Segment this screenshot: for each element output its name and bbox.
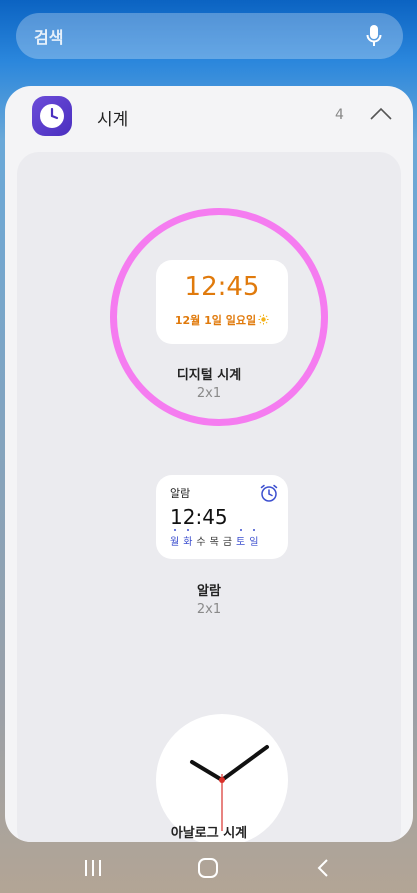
alarm-day: 월: [170, 529, 179, 548]
widget-count: 4: [335, 107, 344, 123]
home-icon[interactable]: [196, 857, 220, 879]
chevron-up-icon[interactable]: [369, 104, 393, 124]
alarm-day: 목: [209, 537, 219, 548]
alarm-widget-size: 2x1: [196, 602, 222, 617]
analog-clock-name: 아날로그 시계: [170, 826, 248, 841]
app-title: 시계: [97, 110, 129, 130]
recents-icon[interactable]: [81, 857, 105, 879]
alarm-day: 금: [222, 537, 233, 548]
digital-clock-widget-preview[interactable]: 12:45 12월 1일 일요일: [156, 260, 288, 344]
alarm-day: 일: [249, 529, 258, 548]
alarm-day: 수: [196, 537, 206, 548]
search-placeholder: 검색: [34, 28, 64, 47]
alarm-widget-label: 알람: [170, 487, 191, 500]
alarm-day: 토: [236, 529, 245, 548]
alarm-day: 화: [183, 529, 192, 548]
digital-clock-date-text: 12월 1일 일요일: [174, 314, 257, 327]
back-icon[interactable]: [312, 857, 336, 879]
alarm-widget-time: 12:45: [170, 505, 228, 529]
widget-panel: 시계 4 12:45 12월 1일 일요일 디지털 시계 2x1 알람 12:4…: [5, 86, 413, 842]
panel-header[interactable]: 시계 4: [5, 86, 413, 146]
navigation-bar: [0, 843, 417, 893]
clock-app-icon: [32, 96, 72, 136]
search-bar[interactable]: 검색: [16, 13, 403, 59]
digital-clock-time: 12:45: [184, 272, 260, 302]
digital-clock-size: 2x1: [196, 386, 222, 401]
alarm-widget-preview[interactable]: 알람 12:45 월 화 수 목 금 토 일: [156, 475, 288, 559]
alarm-widget-name: 알람: [197, 584, 221, 599]
alarm-clock-icon: [259, 483, 279, 503]
digital-clock-name: 디지털 시계: [176, 368, 242, 383]
sun-icon: [258, 314, 269, 325]
mic-icon[interactable]: [363, 23, 385, 49]
alarm-days: 월 화 수 목 금 토 일: [170, 529, 258, 548]
widget-list: 12:45 12월 1일 일요일 디지털 시계 2x1 알람 12:45 월 화…: [17, 152, 401, 842]
digital-clock-date: 12월 1일 일요일: [156, 312, 288, 328]
